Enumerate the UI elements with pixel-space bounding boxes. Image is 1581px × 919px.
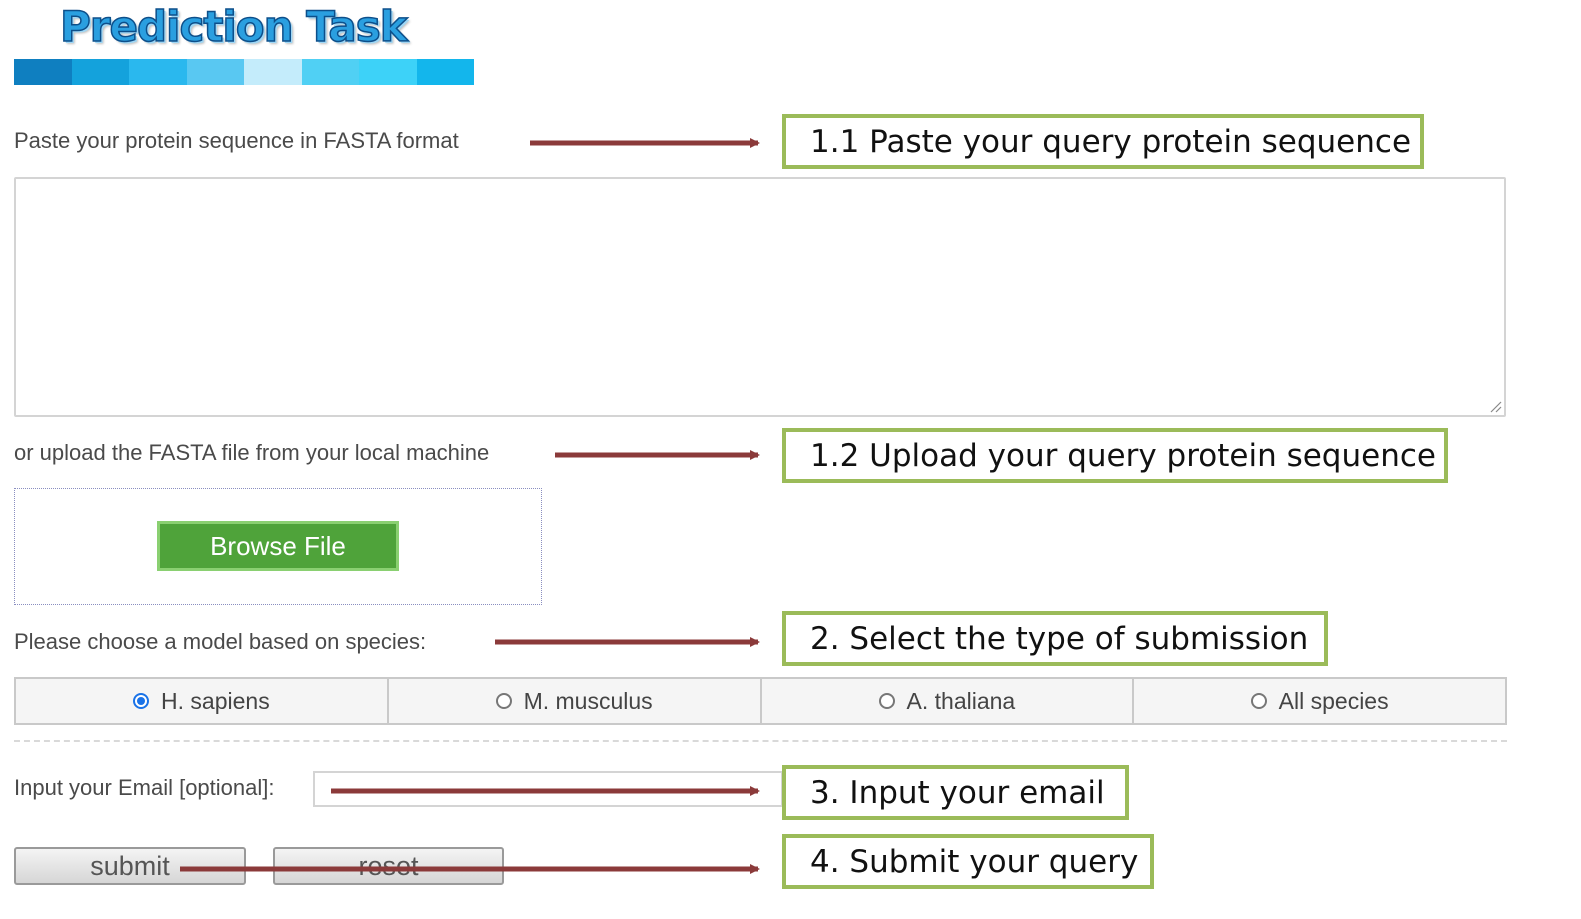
species-option-label: All species (1278, 687, 1389, 714)
species-option-label: H. sapiens (161, 687, 270, 714)
species-radio-group: H. sapiens M. musculus A. thaliana All s… (14, 677, 1507, 725)
color-bar-segment (186, 59, 244, 85)
color-bar-segment (359, 59, 417, 85)
color-bar-segment (416, 59, 474, 85)
email-label: Input your Email [optional]: (14, 775, 275, 800)
callout-step-3: 3. Input your email (782, 765, 1129, 820)
callout-step-1-2: 1.2 Upload your query protein sequence (782, 428, 1448, 483)
submit-button[interactable]: submit (14, 847, 246, 885)
color-bar-segment (14, 59, 72, 85)
upload-label: or upload the FASTA file from your local… (14, 440, 490, 465)
radio-selected-icon[interactable] (133, 693, 150, 709)
species-option-label: M. musculus (523, 687, 653, 714)
reset-button[interactable]: reset (273, 847, 504, 885)
color-bar-segment (129, 59, 187, 85)
header-color-bar (14, 59, 474, 85)
page-title: Prediction Task (59, 1, 408, 52)
species-option-a-thaliana[interactable]: A. thaliana (762, 679, 1135, 723)
callout-step-4: 4. Submit your query (782, 834, 1154, 889)
section-divider (14, 740, 1507, 742)
resize-grip-icon[interactable] (1490, 401, 1502, 413)
color-bar-segment (301, 59, 359, 85)
species-label: Please choose a model based on species: (14, 629, 427, 654)
sequence-label: Paste your protein sequence in FASTA for… (14, 128, 459, 153)
color-bar-segment (71, 59, 129, 85)
radio-unselected-icon[interactable] (1250, 693, 1267, 709)
color-bar-segment (244, 59, 302, 85)
radio-unselected-icon[interactable] (878, 693, 895, 709)
sequence-textarea[interactable] (14, 177, 1506, 417)
callout-step-2: 2. Select the type of submission (782, 611, 1328, 666)
species-option-h-sapiens[interactable]: H. sapiens (16, 679, 389, 723)
species-option-m-musculus[interactable]: M. musculus (389, 679, 762, 723)
callout-step-1-1: 1.1 Paste your query protein sequence (782, 114, 1424, 169)
radio-unselected-icon[interactable] (495, 693, 512, 709)
species-option-label: A. thaliana (906, 687, 1016, 714)
browse-file-button[interactable]: Browse File (157, 521, 399, 571)
species-option-all-species[interactable]: All species (1134, 679, 1505, 723)
email-field[interactable] (313, 771, 783, 807)
